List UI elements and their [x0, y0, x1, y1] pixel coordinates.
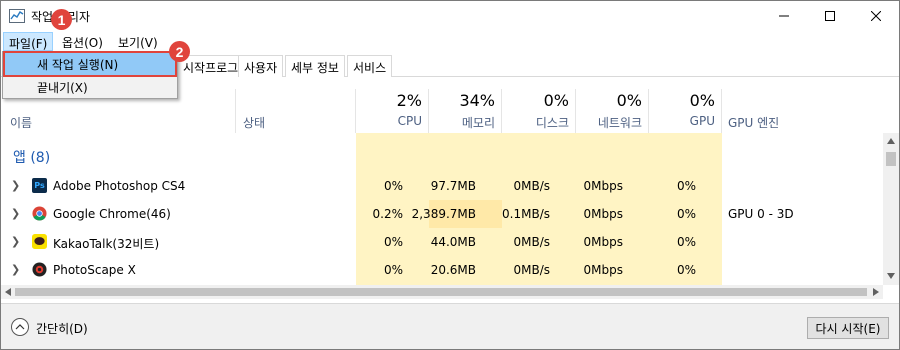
menu-view[interactable]: 보기(V) [113, 32, 163, 51]
memory-value: 20.6MB [430, 263, 476, 277]
cpu-value: 0.2% [372, 207, 404, 221]
process-name: Google Chrome(46) [53, 207, 171, 221]
menu-file[interactable]: 파일(F) [3, 32, 54, 51]
minimize-icon [779, 15, 789, 17]
menu-options[interactable]: 옵션(O) [57, 32, 108, 51]
step-1-badge: 1 [51, 9, 72, 30]
close-button[interactable] [853, 1, 899, 31]
restart-button[interactable]: 다시 시작(E) [807, 317, 889, 339]
table-row[interactable]: ❯ KakaoTalk(32비트) 0% 44.0MB 0MB/s 0Mbps … [1, 228, 881, 256]
step-2-badge: 2 [169, 41, 190, 62]
photoshop-icon: Ps [32, 178, 47, 193]
cpu-value: 0% [383, 179, 403, 193]
table-row[interactable]: ❯ Google Chrome(46) 0.2% 2,389.7MB 0.1MB… [1, 200, 881, 228]
footer-bar: 간단히(D) 다시 시작(E) [1, 303, 899, 349]
disk-value: 0MB/s [513, 235, 550, 249]
tab-details[interactable]: 세부 정보 [285, 55, 345, 77]
gpu-value: 0% [676, 235, 696, 249]
disk-value: 0MB/s [513, 179, 550, 193]
apps-group-header[interactable]: 앱 (8) [13, 147, 50, 167]
horizontal-scroll-thumb[interactable] [15, 288, 867, 296]
process-name: KakaoTalk(32비트) [53, 237, 160, 251]
gpu-value: 0% [676, 207, 696, 221]
title-bar: 작업 관리자 [1, 1, 899, 31]
chevron-right-icon[interactable]: ❯ [11, 179, 20, 192]
column-header-gpu-engine[interactable]: GPU 엔진 [722, 89, 883, 133]
chevron-right-icon[interactable]: ❯ [11, 207, 20, 220]
cpu-value: 0% [383, 263, 403, 277]
column-header-gpu[interactable]: 0% GPU [649, 89, 722, 133]
file-menu-dropdown: 새 작업 실행(N) 끝내기(X) [2, 51, 178, 99]
process-name: PhotoScape X [53, 263, 136, 277]
vertical-scroll-thumb[interactable] [886, 152, 896, 166]
tab-services[interactable]: 서비스 [347, 55, 393, 77]
scroll-down-arrow-icon[interactable] [887, 273, 895, 279]
maximize-icon [825, 11, 835, 21]
tab-users[interactable]: 사용자 [238, 55, 284, 77]
task-manager-window: 작업 관리자 파일(F) 옵션(O) 보기(V) 시작프로그램 사용자 세부 정… [0, 0, 900, 350]
network-value: 0Mbps [583, 235, 623, 249]
network-value: 0Mbps [583, 207, 623, 221]
column-header-cpu[interactable]: 2% CPU [356, 89, 429, 133]
chevron-up-glyph [15, 324, 25, 330]
table-row[interactable]: ❯ Ps Adobe Photoshop CS4 0% 97.7MB 0MB/s… [1, 172, 881, 200]
horizontal-scrollbar[interactable] [1, 285, 883, 299]
column-header-disk[interactable]: 0% 디스크 [502, 89, 576, 133]
chevron-up-icon[interactable] [11, 318, 29, 336]
gpu-value: 0% [676, 263, 696, 277]
task-manager-app-icon [9, 9, 25, 23]
scroll-right-arrow-icon[interactable] [873, 288, 879, 296]
disk-value: 0.1MB/s [502, 207, 550, 221]
memory-value: 44.0MB [430, 235, 476, 249]
chrome-icon [32, 206, 47, 221]
cpu-value: 0% [383, 235, 403, 249]
exit-menu-item[interactable]: 끝내기(X) [5, 76, 175, 98]
run-new-task-menu-item[interactable]: 새 작업 실행(N) [3, 51, 177, 77]
scroll-up-arrow-icon[interactable] [887, 138, 895, 144]
vertical-scrollbar[interactable] [883, 133, 899, 285]
column-header-memory[interactable]: 34% 메모리 [429, 89, 502, 133]
column-header-network[interactable]: 0% 네트워크 [576, 89, 649, 133]
menu-bar: 파일(F) 옵션(O) 보기(V) [1, 31, 899, 51]
memory-value: 97.7MB [430, 179, 476, 193]
chevron-right-icon[interactable]: ❯ [11, 235, 20, 248]
kakaotalk-icon [32, 234, 47, 249]
scroll-left-arrow-icon[interactable] [5, 288, 11, 296]
network-value: 0Mbps [583, 263, 623, 277]
close-icon [871, 11, 881, 21]
photoscape-icon [32, 262, 47, 277]
process-name: Adobe Photoshop CS4 [53, 179, 186, 193]
network-value: 0Mbps [583, 179, 623, 193]
gpu-engine-value: GPU 0 - 3D [728, 207, 794, 221]
fewer-details-link[interactable]: 간단히(D) [36, 320, 88, 337]
memory-value: 2,389.7MB [411, 207, 476, 221]
maximize-button[interactable] [807, 1, 853, 31]
gpu-value: 0% [676, 179, 696, 193]
table-row[interactable]: ❯ PhotoScape X 0% 20.6MB 0MB/s 0Mbps 0% [1, 256, 881, 284]
chevron-right-icon[interactable]: ❯ [11, 263, 20, 276]
column-header-status[interactable]: 상태 [236, 89, 356, 133]
minimize-button[interactable] [761, 1, 807, 31]
disk-value: 0MB/s [513, 263, 550, 277]
